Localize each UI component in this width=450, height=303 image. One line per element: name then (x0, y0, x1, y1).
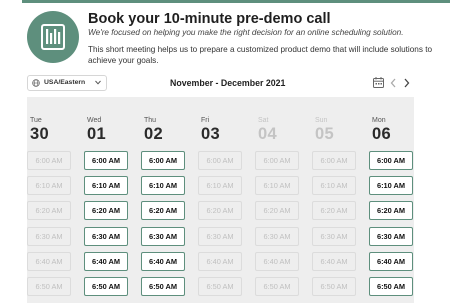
timezone-select[interactable]: USA/Eastern (27, 75, 107, 91)
day-date: 06 (372, 125, 391, 143)
time-slot-button[interactable]: 6:50 AM (141, 277, 185, 296)
time-slot-button[interactable]: 6:20 AM (369, 201, 413, 220)
time-slot-button: 6:40 AM (255, 252, 299, 271)
chevron-down-icon (95, 80, 101, 85)
time-slot-button[interactable]: 6:30 AM (369, 227, 413, 246)
time-slot-button: 6:40 AM (198, 252, 242, 271)
timezone-value: USA/Eastern (44, 79, 86, 86)
time-slot-button: 6:10 AM (27, 176, 71, 195)
globe-icon (32, 79, 40, 87)
time-slot-button[interactable]: 6:50 AM (369, 277, 413, 296)
day-date: 05 (315, 125, 334, 143)
time-slot-button: 6:50 AM (27, 277, 71, 296)
day-column-header: Fri 03 (201, 117, 220, 144)
prev-week-button[interactable] (387, 76, 400, 90)
time-slot-button[interactable]: 6:50 AM (84, 277, 128, 296)
day-date: 04 (258, 125, 277, 143)
time-slot-button: 6:10 AM (312, 176, 356, 195)
day-column-header: Tue 30 (30, 117, 49, 144)
time-slot-button: 6:20 AM (198, 201, 242, 220)
calendar-picker-icon[interactable] (372, 76, 385, 90)
time-slot-button[interactable]: 6:30 AM (84, 227, 128, 246)
time-slot-button: 6:10 AM (255, 176, 299, 195)
time-slot-button: 6:30 AM (198, 227, 242, 246)
page-subtitle: We're focused on helping you make the ri… (88, 28, 404, 37)
day-of-week: Wed (87, 117, 102, 124)
time-slot-button[interactable]: 6:20 AM (84, 201, 128, 220)
day-column-header: Wed 01 (87, 117, 106, 144)
day-of-week: Mon (372, 117, 386, 124)
time-slot-button[interactable]: 6:20 AM (141, 201, 185, 220)
time-slot-button: 6:20 AM (27, 201, 71, 220)
time-slot-button[interactable]: 6:00 AM (141, 151, 185, 170)
calendar-panel (27, 97, 414, 303)
day-of-week: Sat (258, 117, 269, 124)
day-column-header: Sun 05 (315, 117, 334, 144)
time-slot-button: 6:50 AM (198, 277, 242, 296)
time-slot-button: 6:30 AM (255, 227, 299, 246)
time-slot-button: 6:20 AM (255, 201, 299, 220)
day-date: 01 (87, 125, 106, 143)
day-date: 02 (144, 125, 163, 143)
time-slot-button: 6:40 AM (312, 252, 356, 271)
time-slot-button: 6:00 AM (198, 151, 242, 170)
month-range-label: November - December 2021 (170, 78, 286, 88)
day-date: 03 (201, 125, 220, 143)
day-column-header: Thu 02 (144, 117, 163, 144)
day-column-header: Sat 04 (258, 117, 277, 144)
day-column-header: Mon 06 (372, 117, 391, 144)
time-slot-button[interactable]: 6:10 AM (141, 176, 185, 195)
time-slot-button[interactable]: 6:40 AM (84, 252, 128, 271)
time-slot-button[interactable]: 6:00 AM (84, 151, 128, 170)
time-slot-button: 6:20 AM (312, 201, 356, 220)
page-title: Book your 10-minute pre-demo call (88, 11, 331, 27)
day-of-week: Sun (315, 117, 328, 124)
time-slot-button[interactable]: 6:10 AM (84, 176, 128, 195)
time-slot-button[interactable]: 6:30 AM (141, 227, 185, 246)
day-of-week: Thu (144, 117, 157, 124)
day-date: 30 (30, 125, 49, 143)
top-accent-line (22, 0, 450, 3)
time-slot-button: 6:00 AM (255, 151, 299, 170)
time-slot-button: 6:50 AM (312, 277, 356, 296)
time-slot-button: 6:10 AM (198, 176, 242, 195)
time-slot-button: 6:50 AM (255, 277, 299, 296)
time-slot-button: 6:00 AM (27, 151, 71, 170)
day-of-week: Tue (30, 117, 42, 124)
page-description: This short meeting helps us to prepare a… (88, 45, 433, 65)
time-slot-button[interactable]: 6:40 AM (141, 252, 185, 271)
company-logo (27, 11, 79, 63)
next-week-button[interactable] (400, 76, 413, 90)
time-slot-button: 6:00 AM (312, 151, 356, 170)
time-slot-button[interactable]: 6:00 AM (369, 151, 413, 170)
calendar-bars-icon (41, 24, 65, 50)
time-slot-button: 6:30 AM (27, 227, 71, 246)
day-of-week: Fri (201, 117, 210, 124)
time-slot-button[interactable]: 6:40 AM (369, 252, 413, 271)
time-slot-button: 6:40 AM (27, 252, 71, 271)
time-slot-button: 6:30 AM (312, 227, 356, 246)
time-slot-button[interactable]: 6:10 AM (369, 176, 413, 195)
